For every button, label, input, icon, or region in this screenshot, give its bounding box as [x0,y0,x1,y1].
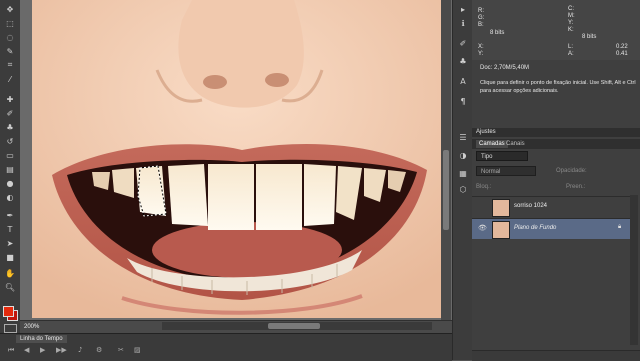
move-icon[interactable]: ✥ [4,4,16,14]
info-bits-right: 8 bits [582,34,597,40]
layers-tabs: Camadas Canais [472,139,640,149]
opacity-label: Opacidade: [556,168,587,174]
first-frame-icon[interactable]: ⏮ [8,346,14,355]
clone-stamp-icon[interactable]: ♣ [4,122,16,132]
tools-panel: ✥ ⬚ ◌ ✎ ⌗ ⁄ ✚ ✐ ♣ ↺ ▭ ▤ ● ◐ ✒ T ➤ ■ ✋ 🔍︎ [0,0,21,335]
path-selection-icon[interactable]: ➤ [4,238,16,248]
smile-photo [32,0,442,318]
blend-mode-select[interactable]: Normal [476,166,536,176]
layer-thumbnail [492,221,510,239]
properties-icon[interactable]: ☰ [457,132,469,142]
history-panel-icon[interactable]: ▸ [457,4,469,14]
previous-frame-icon[interactable]: ◀ [24,346,29,354]
document-window [20,0,452,320]
eyedropper-icon[interactable]: ⁄ [4,74,16,84]
info-w-label: L: [568,44,574,50]
brush-icon[interactable]: ✐ [4,108,16,118]
quick-selection-icon[interactable]: ✎ [4,46,16,56]
play-icon[interactable]: ▶ [40,346,45,354]
eraser-icon[interactable]: ▭ [4,150,16,160]
blur-icon[interactable]: ● [4,178,16,188]
styles-icon[interactable]: ▦ [457,168,469,178]
layer-name[interactable]: Plano de Fundo [514,225,556,231]
settings-icon[interactable]: ⚙ [96,346,102,354]
history-brush-icon[interactable]: ↺ [4,136,16,146]
dodge-icon[interactable]: ◐ [4,192,16,202]
adjustments-icon[interactable]: ◑ [457,150,469,160]
quick-mask-button[interactable] [4,324,17,333]
layer-thumbnail [492,199,510,217]
zoom-icon[interactable]: 🔍︎ [4,282,16,292]
horizontal-scroll-thumb[interactable] [268,323,320,329]
layer-name[interactable]: sorriso 1024 [514,203,547,209]
info-y-value: 0.41 [616,51,628,57]
layers-footer [472,350,640,361]
info-c-label: C: [568,6,574,12]
fill-label: Preen.: [566,184,586,190]
lasso-icon[interactable]: ◌ [4,32,16,42]
info-b-label: B: [478,22,484,28]
info-panel-icon[interactable]: ℹ [457,18,469,28]
info-panel: R: G: B: 8 bits C: M: Y: K: 8 bits X: Y:… [472,0,640,60]
panel-icon-strip: ▸ ℹ ✐ ♣ A ¶ ☰ ◑ ▦ ⬡ [452,0,474,360]
layer-row-sorriso[interactable]: sorriso 1024 [472,196,630,217]
layer-filter-select[interactable]: Tipo [476,151,528,161]
foreground-color-swatch[interactable] [3,306,14,317]
info-g-label: G: [478,15,485,21]
info-y-label: Y: [568,20,574,26]
info-h-label: A: [568,51,574,57]
next-frame-icon[interactable]: ▶▶ [56,346,67,354]
character-panel-icon[interactable]: A [457,76,469,86]
document-size: Doc: 2,70M/5,40M [480,65,530,71]
lock-label: Bloq.: [476,184,492,190]
info-ycoord-label: Y: [478,51,484,57]
shape-icon[interactable]: ■ [4,252,16,262]
pen-icon[interactable]: ✒ [4,210,16,220]
info-x-label: X: [478,44,484,50]
paragraph-panel-icon[interactable]: ¶ [457,96,469,106]
zoom-level[interactable]: 200% [24,324,39,330]
tab-channels[interactable]: Canais [506,140,525,148]
info-k-label: K: [568,27,574,33]
visibility-toggle-icon[interactable] [478,202,486,210]
gradient-icon[interactable]: ▤ [4,164,16,174]
transition-icon[interactable]: ▨ [134,346,141,354]
audio-icon[interactable]: ♪ [78,346,82,354]
hand-icon[interactable]: ✋ [4,268,16,278]
info-x-value: 0.22 [616,44,628,50]
layer-row-background[interactable]: 👁︎ Plano de Fundo 🔒︎ [472,218,630,239]
tab-layers[interactable]: Camadas [476,140,508,148]
scissors-icon[interactable]: ✂ [118,346,124,354]
lock-icon: 🔒︎ [618,224,622,230]
eye-icon[interactable]: 👁︎ [478,224,487,232]
healing-brush-icon[interactable]: ✚ [4,94,16,104]
info-m-label: M: [568,13,575,19]
timeline-tab[interactable]: Linha do Tempo [16,335,67,343]
clone-source-icon[interactable]: ♣ [457,56,469,66]
crop-icon[interactable]: ⌗ [4,60,16,70]
image-canvas[interactable] [32,0,442,318]
marquee-icon[interactable]: ⬚ [4,18,16,28]
adjustments-tab[interactable]: Ajustes [476,129,496,135]
tool-hint: Clique para definir o ponto de fixação i… [480,80,636,94]
info-bits-left: 8 bits [490,30,505,36]
adjustments-header[interactable]: Ajustes [472,128,640,137]
vertical-scroll-thumb[interactable] [443,150,449,230]
3d-icon[interactable]: ⬡ [457,184,469,194]
timeline-panel [0,333,452,361]
brush-panel-icon[interactable]: ✐ [457,38,469,48]
layers-scrollbar[interactable] [630,195,638,345]
type-icon[interactable]: T [4,224,16,234]
info-r-label: R: [478,8,484,14]
